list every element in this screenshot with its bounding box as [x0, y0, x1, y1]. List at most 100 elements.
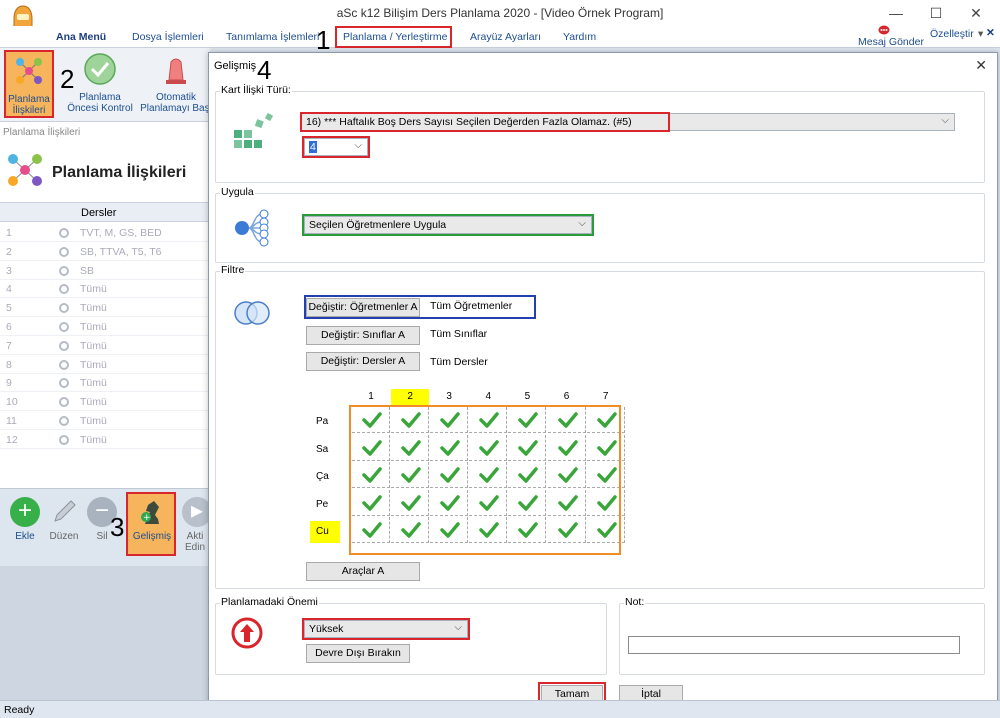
menu-tanimlama[interactable]: Tanımlama İşlemleri — [226, 31, 319, 43]
row-subjects: Tümü — [80, 358, 107, 371]
menu-yardim[interactable]: Yardım — [563, 31, 596, 43]
add-button[interactable]: + Ekle — [8, 497, 42, 542]
check-circle-icon — [84, 53, 116, 85]
row-status-icon — [59, 303, 69, 314]
row-subjects: Tümü — [80, 396, 107, 409]
grid-column-header[interactable]: 7 — [587, 389, 625, 405]
ribbon-otomatik[interactable]: Otomatik Planlamayı Başl — [138, 52, 214, 114]
table-row[interactable]: 3 SB — [0, 262, 210, 280]
breadcrumb: Planlama İlişkileri — [3, 127, 81, 138]
row-number: 7 — [6, 339, 12, 352]
highlight-ribbon-btn — [4, 50, 54, 118]
grid-column-header[interactable]: 5 — [508, 389, 546, 405]
ribbon-label: Planlamayı Başl — [140, 103, 212, 114]
activate-label: Edin — [184, 542, 205, 553]
table-row[interactable]: 10 Tümü — [0, 393, 210, 412]
table-row[interactable]: 7 Tümü — [0, 337, 210, 355]
row-subjects: Tümü — [80, 302, 107, 315]
menu-close-icon[interactable]: ✕ — [986, 27, 995, 39]
grid-row-label[interactable]: Ça — [310, 466, 340, 488]
advanced-dialog: Gelişmiş 4 ✕ Kart İlişki Türü: 16) *** H… — [208, 52, 998, 710]
group-importance: Planlamadaki Önemi Yüksek ⌵ Devre Dışı B… — [215, 596, 607, 675]
maximize-button[interactable]: ☐ — [916, 0, 956, 26]
row-subjects: TVT, M, GS, BED — [80, 227, 162, 239]
highlight-grid — [349, 405, 621, 555]
row-status-icon — [59, 284, 69, 295]
row-status-icon — [59, 322, 69, 332]
table-row[interactable]: 9 Tümü — [0, 374, 210, 393]
minimize-button[interactable]: — — [876, 0, 916, 26]
change-classes-button[interactable]: Değiştir: Sınıflar A — [306, 326, 420, 345]
highlight-planlama — [335, 26, 452, 48]
left-panel: Planlama İlişkileri Planlama İlişkileri … — [0, 122, 210, 488]
row-number: 11 — [6, 415, 17, 427]
row-status-icon — [59, 228, 69, 238]
customize-menu[interactable]: Özelleştir — [930, 28, 974, 40]
group-note: Not: — [619, 596, 985, 675]
message-send-link[interactable]: Mesaj Gönder — [858, 36, 924, 48]
menu-arayuz[interactable]: Arayüz Ayarları — [470, 31, 541, 43]
note-input[interactable] — [628, 636, 960, 654]
venn-icon — [234, 301, 270, 325]
menu-ana-menu[interactable]: Ana Menü — [56, 31, 106, 43]
customize-arrow-icon[interactable]: ▾ — [978, 28, 983, 40]
pencil-icon — [54, 500, 76, 522]
highlight-teachers — [304, 295, 536, 319]
left-bottom-area — [0, 566, 210, 700]
grid-row-label[interactable]: Pe — [310, 494, 340, 516]
table-row[interactable]: 5 Tümü — [0, 299, 210, 318]
row-subjects: Tümü — [80, 377, 107, 390]
status-text: Ready — [4, 704, 35, 716]
row-subjects: SB — [80, 264, 95, 277]
grid-column-header[interactable]: 4 — [469, 389, 507, 405]
grid-column-header[interactable]: 6 — [548, 389, 586, 405]
grid-column-header[interactable]: 3 — [430, 389, 468, 405]
grid-column-header[interactable]: 1 — [352, 389, 390, 405]
edit-button[interactable]: Düzen — [44, 497, 84, 542]
dialog-close-icon[interactable]: ✕ — [975, 57, 987, 74]
row-subjects: Tümü — [80, 433, 107, 446]
grid-column-header[interactable]: 2 — [391, 389, 430, 405]
row-number: 6 — [6, 321, 12, 333]
close-button[interactable]: ✕ — [956, 0, 996, 26]
table-row[interactable]: 4 Tümü — [0, 280, 210, 299]
table-row[interactable]: 11 Tümü — [0, 412, 210, 430]
row-status-icon — [59, 246, 69, 257]
dialog-title: Gelişmiş — [214, 60, 257, 72]
chevron-down-icon: ⌵ — [941, 115, 949, 126]
tree-icon — [235, 209, 269, 247]
panel-title: Planlama İlişkileri — [52, 164, 187, 181]
row-subjects: Tümü — [80, 415, 107, 427]
disable-button[interactable]: Devre Dışı Bırakın — [306, 644, 410, 663]
activate-label: Akti — [186, 531, 204, 542]
grid-row-label[interactable]: Sa — [310, 439, 340, 461]
table-row[interactable]: 8 Tümü — [0, 356, 210, 374]
tools-button[interactable]: Araçlar A — [306, 562, 420, 581]
arrow-up-circle-icon — [231, 617, 263, 649]
siren-icon — [166, 58, 186, 84]
table-row[interactable]: 6 Tümü — [0, 318, 210, 336]
row-number: 10 — [6, 396, 18, 409]
activate-button[interactable]: ▸ Akti Edin — [182, 497, 212, 553]
table-row[interactable]: 1 TVT, M, GS, BED — [0, 224, 210, 242]
table-row[interactable]: 12 Tümü — [0, 431, 210, 449]
row-status-icon — [59, 434, 69, 445]
highlight-number — [302, 136, 370, 158]
table-row[interactable]: 2 SB, TTVA, T5, T6 — [0, 243, 210, 261]
add-label: Ekle — [15, 531, 35, 542]
message-icon[interactable] — [878, 25, 890, 35]
row-status-icon — [59, 378, 69, 389]
ribbon: Planlama İlişkileri Planlama Öncesi Kont… — [0, 48, 212, 122]
annotation-3: 3 — [110, 512, 125, 542]
highlight-apply — [302, 214, 594, 236]
change-subjects-button[interactable]: Değiştir: Dersler A — [306, 352, 420, 371]
row-subjects: SB, TTVA, T5, T6 — [80, 245, 162, 258]
grid-row-label[interactable]: Cu — [310, 521, 340, 544]
apply-label: Uygula — [220, 186, 255, 198]
annotation-2: 2 — [60, 64, 75, 94]
menu-dosya[interactable]: Dosya İşlemleri — [132, 31, 204, 43]
grid-row-label[interactable]: Pa — [310, 411, 340, 433]
column-dersler[interactable]: Dersler — [81, 207, 116, 219]
relations-network-icon — [8, 154, 42, 186]
row-status-icon — [59, 397, 69, 408]
